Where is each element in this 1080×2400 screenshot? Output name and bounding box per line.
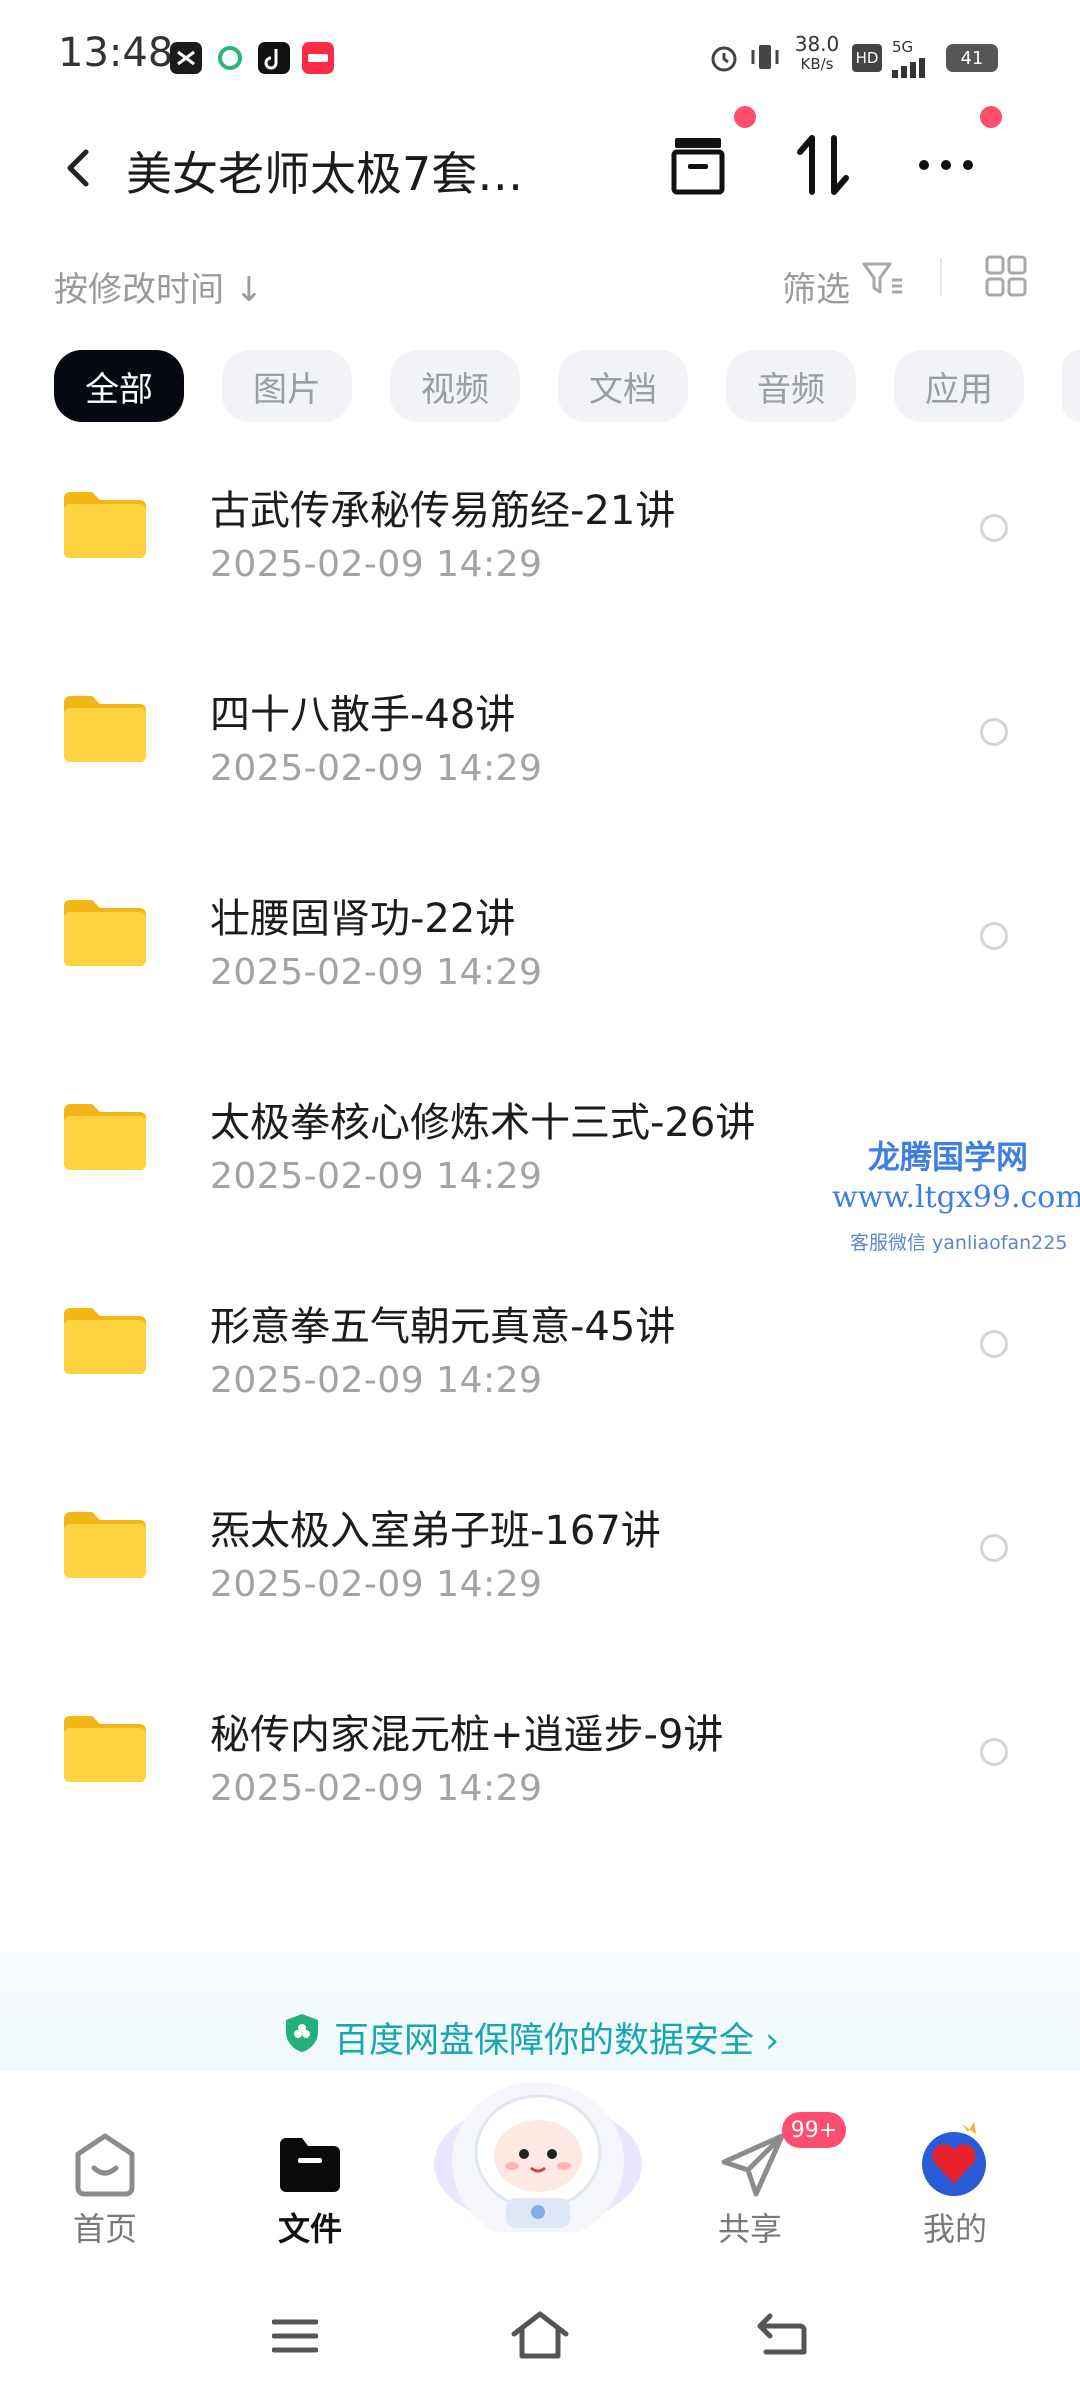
select-checkbox[interactable]: [980, 1534, 1008, 1562]
shield-icon: [284, 2012, 320, 2054]
hd-badge: HD: [852, 44, 882, 72]
share-icon[interactable]: [720, 2132, 788, 2198]
file-date: 2025-02-09 14:29: [210, 952, 543, 993]
select-checkbox[interactable]: [980, 922, 1008, 950]
file-name: 古武传承秘传易筋经-21讲: [210, 488, 676, 534]
ai-assistant-mascot-button[interactable]: [428, 2052, 648, 2242]
filter-icon[interactable]: [860, 258, 904, 298]
folder-icon: [62, 1100, 148, 1172]
chip-more-partial[interactable]: [1062, 350, 1080, 422]
divider: [940, 258, 942, 296]
sort-transfer-icon[interactable]: [794, 130, 854, 200]
select-checkbox[interactable]: [980, 514, 1008, 542]
tiktok-app-icon: [258, 42, 290, 74]
filter-label: 筛选: [782, 270, 850, 310]
back-button-icon[interactable]: [756, 2312, 808, 2358]
chip-videos[interactable]: 视频: [390, 350, 520, 422]
select-checkbox[interactable]: [980, 1738, 1008, 1766]
chip-documents[interactable]: 文档: [558, 350, 688, 422]
file-date: 2025-02-09 14:29: [210, 544, 543, 585]
file-date: 2025-02-09 14:29: [210, 1360, 543, 1401]
home-icon[interactable]: [70, 2130, 140, 2198]
capcut-app-icon: [170, 42, 202, 74]
file-name: 炁太极入室弟子班-167讲: [210, 1508, 661, 1554]
folder-title: 美女老师太极7套…: [126, 147, 524, 201]
file-name: 四十八散手-48讲: [210, 692, 516, 738]
profile-avatar[interactable]: [918, 2118, 992, 2198]
xiaohongshu-app-icon: [302, 42, 334, 74]
chip-apps[interactable]: 应用: [894, 350, 1024, 422]
chip-images[interactable]: 图片: [222, 350, 352, 422]
status-time: 13:48: [58, 30, 174, 76]
menu-icon[interactable]: [271, 2316, 319, 2356]
file-date: 2025-02-09 14:29: [210, 1156, 543, 1197]
wechat-pay-app-icon: [214, 42, 246, 74]
file-name: 形意拳五气朝元真意-45讲: [210, 1304, 676, 1350]
nav-me-label[interactable]: 我的: [895, 2204, 1015, 2250]
files-icon[interactable]: [276, 2134, 344, 2194]
watermark-contact: 客服微信 yanliaofan225: [850, 1232, 1068, 1254]
archive-notification-dot: [734, 106, 756, 128]
archive-icon[interactable]: [668, 134, 728, 196]
folder-icon: [62, 1712, 148, 1784]
share-count-badge: 99+: [782, 2112, 846, 2148]
speed-value: 38.0: [794, 32, 840, 56]
file-row[interactable]: 四十八散手-48讲 2025-02-09 14:29: [0, 644, 1080, 848]
file-row[interactable]: 古武传承秘传易筋经-21讲 2025-02-09 14:29: [0, 440, 1080, 644]
folder-icon: [62, 692, 148, 764]
alarm-icon: [708, 42, 740, 78]
nav-share-label[interactable]: 共享: [690, 2204, 810, 2250]
filter-button[interactable]: 筛选: [782, 262, 850, 311]
file-date: 2025-02-09 14:29: [210, 748, 543, 789]
file-name: 壮腰固肾功-22讲: [210, 896, 516, 942]
folder-icon: [62, 1304, 148, 1376]
grid-view-icon[interactable]: [984, 254, 1028, 298]
select-checkbox[interactable]: [980, 1330, 1008, 1358]
select-checkbox[interactable]: [980, 718, 1008, 746]
folder-icon: [62, 1508, 148, 1580]
vibrate-icon: [748, 40, 782, 78]
nav-files-label[interactable]: 文件: [250, 2204, 370, 2250]
file-row[interactable]: 壮腰固肾功-22讲 2025-02-09 14:29: [0, 848, 1080, 1052]
network-speed: 38.0 KB/s: [792, 34, 842, 74]
file-name: 太极拳核心修炼术十三式-26讲: [210, 1100, 756, 1146]
back-arrow-icon[interactable]: [56, 144, 104, 192]
file-date: 2025-02-09 14:29: [210, 1768, 543, 1809]
folder-icon: [62, 488, 148, 560]
chip-audio[interactable]: 音频: [726, 350, 856, 422]
chip-all[interactable]: 全部: [54, 350, 184, 422]
sort-by-modified-button[interactable]: 按修改时间 ↓: [54, 262, 263, 311]
watermark-url: www.ltgx99.com: [832, 1180, 1080, 1215]
file-row[interactable]: 炁太极入室弟子班-167讲 2025-02-09 14:29: [0, 1460, 1080, 1664]
folder-icon: [62, 896, 148, 968]
speed-unit: KB/s: [800, 55, 834, 73]
file-row[interactable]: 秘传内家混元桩+逍遥步-9讲 2025-02-09 14:29: [0, 1664, 1080, 1868]
status-bar: 13:48 38.0 KB/s HD 5G 41: [0, 0, 1080, 110]
file-row[interactable]: 形意拳五气朝元真意-45讲 2025-02-09 14:29: [0, 1256, 1080, 1460]
battery-icon: 41: [946, 44, 998, 72]
home-button-icon[interactable]: [510, 2310, 570, 2360]
more-icon[interactable]: [916, 150, 976, 180]
watermark-title: 龙腾国学网: [868, 1138, 1029, 1176]
file-name: 秘传内家混元桩+逍遥步-9讲: [210, 1712, 724, 1758]
file-date: 2025-02-09 14:29: [210, 1564, 543, 1605]
network-type: 5G: [892, 38, 914, 56]
more-notification-dot: [980, 106, 1002, 128]
nav-home-label[interactable]: 首页: [45, 2204, 165, 2250]
